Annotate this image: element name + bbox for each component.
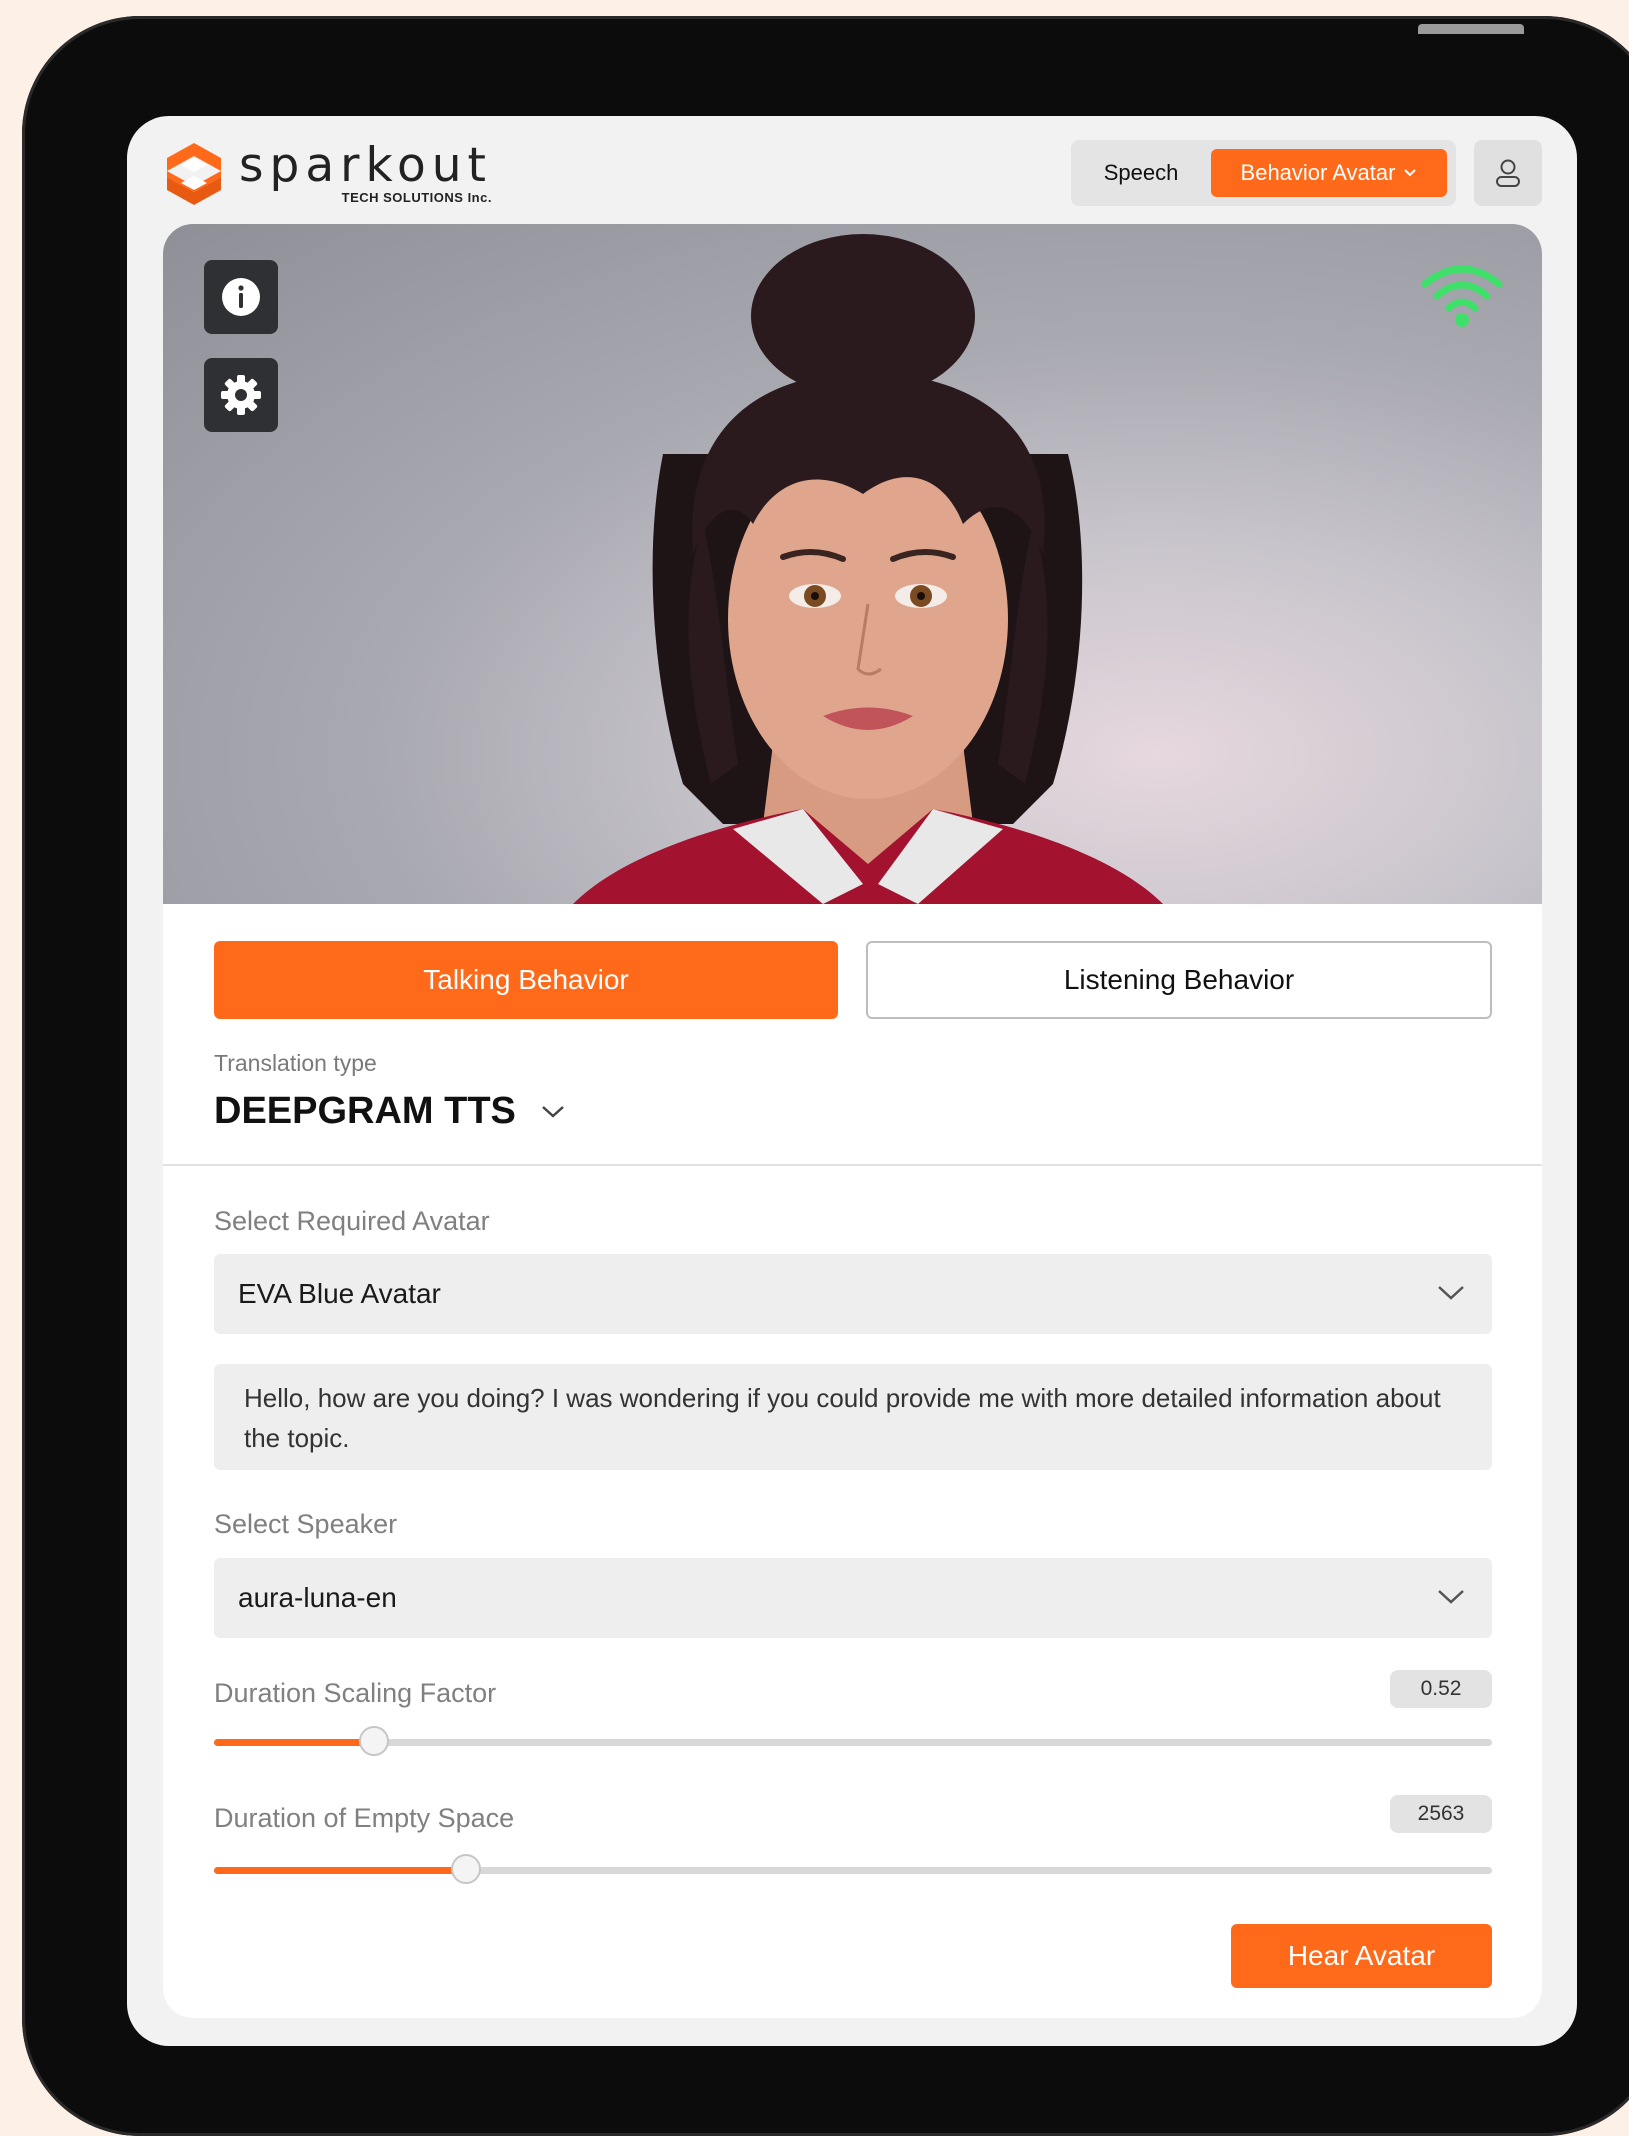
tablet-frame: sparkout TECH SOLUTIONS Inc. Speech Beha…: [22, 16, 1629, 2136]
chevron-down-icon: [542, 1105, 564, 1118]
chevron-down-icon: [1438, 1590, 1464, 1604]
slider-thumb[interactable]: [358, 1726, 389, 1756]
hear-avatar-button[interactable]: Hear Avatar: [1231, 1924, 1492, 1988]
brand-name: sparkout: [239, 137, 492, 193]
avatar-render: [573, 234, 1163, 904]
avatar-viewport: [163, 224, 1542, 904]
empty-space-slider[interactable]: [214, 1854, 1492, 1884]
camera-bump: [1418, 24, 1524, 34]
behavior-avatar-dropdown[interactable]: Behavior Avatar: [1211, 149, 1447, 197]
avatar-select[interactable]: EVA Blue Avatar: [214, 1254, 1492, 1334]
tab-listening-behavior[interactable]: Listening Behavior: [866, 941, 1492, 1019]
slider-fill: [214, 1739, 374, 1746]
speaker-select-label: Select Speaker: [214, 1509, 398, 1539]
section-divider: [163, 1164, 1542, 1166]
scaling-factor-slider[interactable]: [214, 1726, 1492, 1756]
info-button[interactable]: [204, 260, 278, 334]
speaker-select[interactable]: aura-luna-en: [214, 1558, 1492, 1638]
user-profile-button[interactable]: [1474, 140, 1542, 206]
empty-space-label: Duration of Empty Space: [214, 1803, 515, 1833]
brand-subtitle: TECH SOLUTIONS Inc.: [341, 189, 492, 205]
message-textarea[interactable]: Hello, how are you doing? I was wonderin…: [214, 1364, 1492, 1470]
mode-switch: Speech Behavior Avatar: [1071, 140, 1456, 206]
gear-icon: [221, 375, 261, 415]
app-screen: sparkout TECH SOLUTIONS Inc. Speech Beha…: [127, 116, 1577, 2046]
wifi-icon: [1421, 265, 1503, 327]
scaling-factor-value: 0.52: [1390, 1670, 1492, 1708]
slider-thumb[interactable]: [450, 1854, 481, 1884]
chevron-down-icon: [1438, 1286, 1464, 1300]
speaker-select-value: aura-luna-en: [238, 1582, 397, 1613]
brand-logo: sparkout TECH SOLUTIONS Inc.: [163, 138, 492, 210]
settings-button[interactable]: [204, 358, 278, 432]
avatar-card: Talking Behavior Listening Behavior Tran…: [163, 224, 1542, 2018]
avatar-select-label: Select Required Avatar: [214, 1206, 490, 1236]
scaling-factor-label: Duration Scaling Factor: [214, 1678, 497, 1708]
sparkout-logo-icon: [167, 143, 221, 205]
user-icon: [1496, 159, 1520, 187]
avatar-select-value: EVA Blue Avatar: [238, 1278, 441, 1309]
tab-talking-behavior[interactable]: Talking Behavior: [214, 941, 838, 1019]
translation-type-dropdown[interactable]: DEEPGRAM TTS: [214, 1090, 566, 1133]
chevron-down-icon: [1404, 169, 1417, 177]
speech-mode-button[interactable]: Speech: [1071, 140, 1211, 206]
translation-type-value: DEEPGRAM TTS: [214, 1090, 516, 1132]
translation-type-label: Translation type: [214, 1050, 377, 1076]
behavior-avatar-label: Behavior Avatar: [1240, 160, 1396, 185]
info-icon: [222, 278, 260, 316]
slider-fill: [214, 1867, 466, 1874]
empty-space-value: 2563: [1390, 1795, 1492, 1833]
